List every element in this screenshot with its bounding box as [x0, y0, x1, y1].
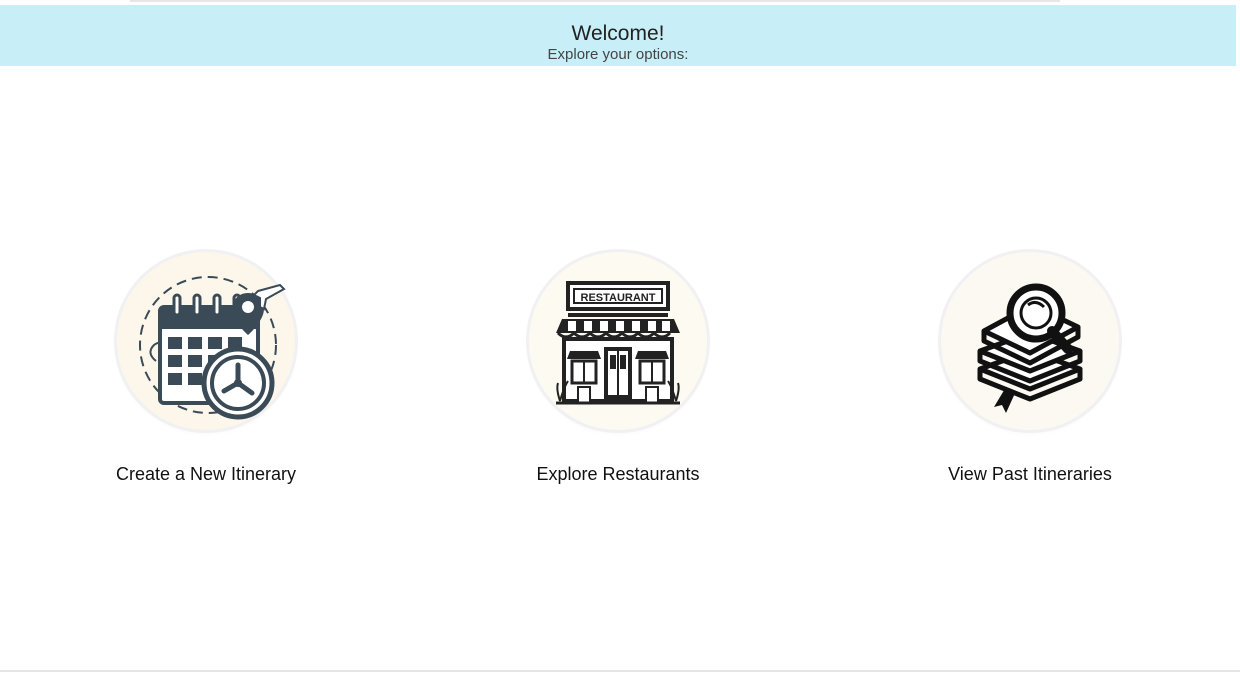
option-create-itinerary[interactable]: Create a New Itinerary	[76, 252, 336, 485]
top-edge-rule	[130, 0, 1060, 2]
option-explore-restaurants-icon-wrap[interactable]: RESTAURANT	[529, 252, 707, 430]
welcome-title: Welcome!	[571, 22, 665, 45]
welcome-banner: Welcome! Explore your options:	[0, 5, 1236, 66]
bottom-rule	[0, 670, 1240, 672]
option-create-itinerary-label[interactable]: Create a New Itinerary	[76, 464, 336, 485]
option-view-past-itineraries-label[interactable]: View Past Itineraries	[900, 464, 1160, 485]
restaurant-sign-text: RESTAURANT	[581, 292, 656, 304]
home-page: Welcome! Explore your options: Create a …	[0, 0, 1240, 677]
option-view-past-itineraries-icon-wrap[interactable]	[941, 252, 1119, 430]
restaurant-storefront-icon: RESTAURANT	[556, 281, 680, 405]
calendar-clock-icon	[139, 276, 286, 420]
option-explore-restaurants[interactable]: RESTAURANT Explore Restaurants	[488, 252, 748, 485]
welcome-subtitle: Explore your options:	[547, 46, 689, 63]
option-create-itinerary-icon-wrap[interactable]	[117, 252, 295, 430]
option-explore-restaurants-label[interactable]: Explore Restaurants	[488, 464, 748, 485]
books-magnifier-icon	[977, 283, 1083, 413]
option-view-past-itineraries[interactable]: View Past Itineraries	[900, 252, 1160, 485]
